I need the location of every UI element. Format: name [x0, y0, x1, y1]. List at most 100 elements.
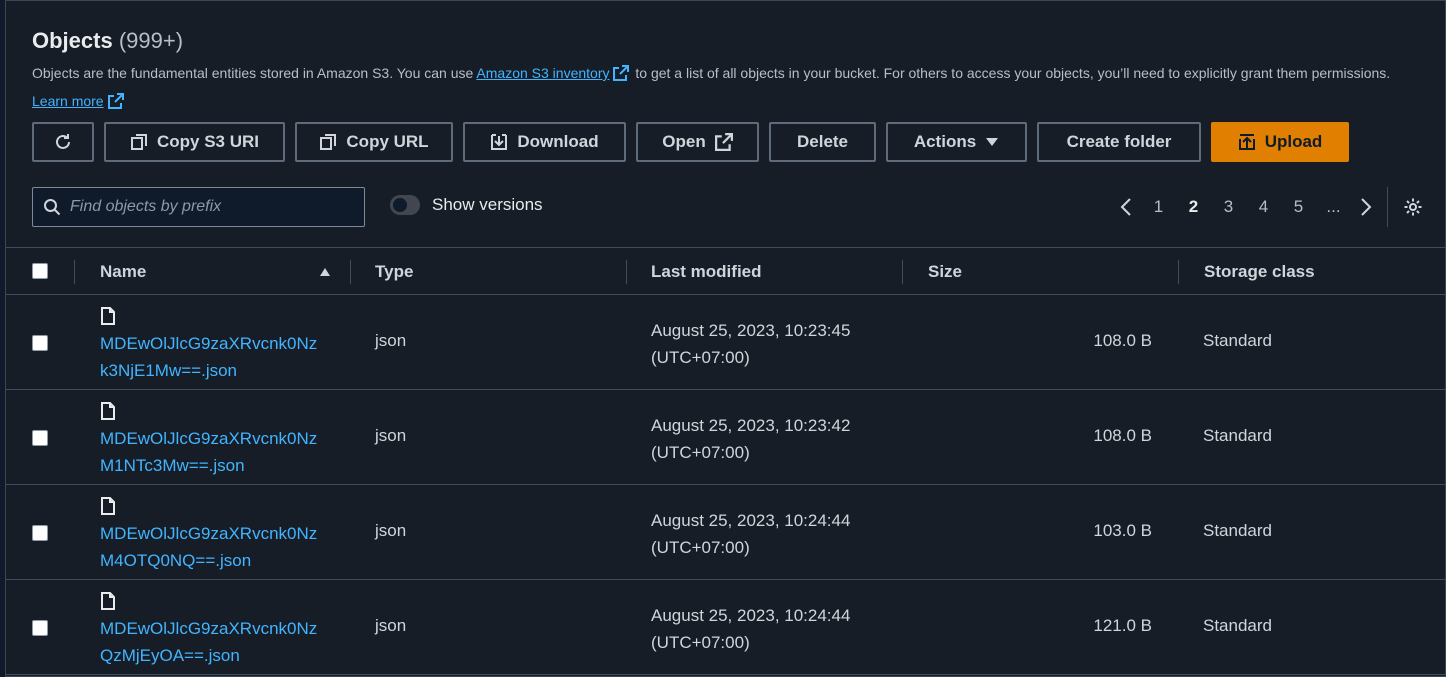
- row-checkbox[interactable]: [32, 430, 48, 446]
- column-divider: [1178, 260, 1179, 284]
- storage-class-cell: Standard: [1203, 426, 1272, 445]
- last-modified-cell: August 25, 2023, 10:24:44 (UTC+07:00): [651, 507, 850, 561]
- desc-text-1: Objects are the fundamental entities sto…: [32, 65, 477, 81]
- open-button[interactable]: Open: [636, 122, 759, 162]
- object-name-line2: M4OTQ0NQ==.json: [100, 551, 252, 570]
- delete-button[interactable]: Delete: [769, 122, 876, 162]
- inventory-link[interactable]: Amazon S3 inventory: [476, 65, 609, 81]
- upload-button[interactable]: Upload: [1211, 122, 1349, 162]
- objects-description: Objects are the fundamental entities sto…: [32, 61, 1412, 117]
- search-input[interactable]: [70, 198, 350, 216]
- storage-class-cell: Standard: [1203, 616, 1272, 635]
- page-4[interactable]: 4: [1246, 197, 1281, 217]
- chevron-left-icon: [1120, 198, 1131, 216]
- table-row: MDEwOlJlcG9zaXRvcnk0Nz M4OTQ0NQ==.json js…: [6, 485, 1445, 580]
- last-modified-cell: August 25, 2023, 10:23:45 (UTC+07:00): [651, 317, 850, 371]
- page-3[interactable]: 3: [1211, 197, 1246, 217]
- search-box: [32, 187, 365, 227]
- column-header-last-modified[interactable]: Last modified: [651, 262, 762, 282]
- row-checkbox[interactable]: [32, 525, 48, 541]
- open-label: Open: [662, 132, 706, 151]
- name-cell: MDEwOlJlcG9zaXRvcnk0Nz M1NTc3Mw==.json: [100, 402, 330, 479]
- last-modified-cell: August 25, 2023, 10:23:42 (UTC+07:00): [651, 412, 850, 466]
- page-title: Objects (999+): [32, 27, 1425, 55]
- type-cell: json: [375, 331, 407, 350]
- object-name-line1: MDEwOlJlcG9zaXRvcnk0Nz: [100, 429, 318, 448]
- copy-url-button[interactable]: Copy URL: [295, 122, 453, 162]
- column-header-storage-class[interactable]: Storage class: [1204, 262, 1315, 282]
- objects-panel: Objects (999+) Objects are the fundament…: [5, 0, 1446, 677]
- last-modified-cell: August 25, 2023, 10:24:44 (UTC+07:00): [651, 602, 850, 656]
- delete-label: Delete: [796, 132, 849, 151]
- toggle-track[interactable]: [390, 195, 420, 215]
- copy-url-label: Copy URL: [346, 132, 429, 151]
- object-name-link[interactable]: MDEwOlJlcG9zaXRvcnk0Nz M4OTQ0NQ==.json: [100, 520, 330, 574]
- file-icon: [101, 592, 115, 610]
- page-2[interactable]: 2: [1176, 197, 1211, 217]
- column-header-type[interactable]: Type: [375, 262, 413, 282]
- copy-s3-uri-label: Copy S3 URI: [156, 132, 260, 151]
- column-divider: [626, 260, 627, 284]
- object-name-line1: MDEwOlJlcG9zaXRvcnk0Nz: [100, 524, 318, 543]
- sort-ascending-icon[interactable]: [319, 267, 331, 277]
- modified-date: August 25, 2023, 10:23:42: [651, 416, 851, 435]
- type-cell: json: [375, 521, 407, 540]
- file-icon: [101, 402, 115, 420]
- modified-date: August 25, 2023, 10:24:44: [651, 606, 851, 625]
- actions-label: Actions: [913, 132, 977, 151]
- object-name-link[interactable]: MDEwOlJlcG9zaXRvcnk0Nz M1NTc3Mw==.json: [100, 425, 330, 479]
- row-checkbox[interactable]: [32, 335, 48, 351]
- modified-timezone: (UTC+07:00): [651, 538, 750, 557]
- pagination: 1 2 3 4 5 ...: [1111, 187, 1428, 227]
- download-icon: [491, 134, 508, 150]
- show-versions-label: Show versions: [432, 195, 543, 214]
- table-row: MDEwOlJlcG9zaXRvcnk0Nz QzMjEyOA==.json js…: [6, 580, 1445, 675]
- upload-icon: [1238, 134, 1255, 150]
- object-name-line1: MDEwOlJlcG9zaXRvcnk0Nz: [100, 619, 318, 638]
- copy-s3-uri-button[interactable]: Copy S3 URI: [104, 122, 285, 162]
- column-header-size[interactable]: Size: [928, 262, 962, 282]
- gear-icon: [1404, 198, 1422, 216]
- download-button[interactable]: Download: [463, 122, 626, 162]
- preferences-button[interactable]: [1398, 197, 1428, 217]
- modified-date: August 25, 2023, 10:23:45: [651, 321, 851, 340]
- row-checkbox[interactable]: [32, 620, 48, 636]
- select-all-checkbox[interactable]: [32, 263, 48, 279]
- create-folder-label: Create folder: [1066, 132, 1172, 151]
- object-name-link[interactable]: MDEwOlJlcG9zaXRvcnk0Nz QzMjEyOA==.json: [100, 615, 330, 669]
- object-name-line2: k3NjE1Mw==.json: [100, 361, 238, 380]
- upload-label: Upload: [1264, 132, 1323, 151]
- object-name-line2: M1NTc3Mw==.json: [100, 456, 245, 475]
- pager-divider: [1387, 187, 1388, 227]
- size-cell: 108.0 B: [1093, 426, 1152, 445]
- page-5[interactable]: 5: [1281, 197, 1316, 217]
- modified-timezone: (UTC+07:00): [651, 443, 750, 462]
- actions-dropdown[interactable]: Actions: [886, 122, 1027, 162]
- objects-header: Objects (999+) Objects are the fundament…: [32, 27, 1425, 117]
- objects-table: Name Type Last modified Size Storage cla…: [6, 247, 1445, 675]
- show-versions-toggle[interactable]: Show versions: [390, 195, 543, 215]
- learn-more-link[interactable]: Learn more: [32, 93, 104, 109]
- file-icon: [101, 307, 115, 325]
- next-page-button[interactable]: [1351, 197, 1381, 217]
- title-text: Objects: [32, 28, 113, 53]
- table-header: Name Type Last modified Size Storage cla…: [6, 247, 1445, 295]
- column-header-name[interactable]: Name: [100, 262, 146, 282]
- size-cell: 108.0 B: [1093, 331, 1152, 350]
- toggle-knob: [393, 198, 407, 212]
- create-folder-button[interactable]: Create folder: [1037, 122, 1201, 162]
- object-count: (999+): [118, 28, 184, 53]
- page-1[interactable]: 1: [1141, 197, 1176, 217]
- storage-class-cell: Standard: [1203, 521, 1272, 540]
- name-cell: MDEwOlJlcG9zaXRvcnk0Nz k3NjE1Mw==.json: [100, 307, 330, 384]
- file-icon: [101, 497, 115, 515]
- previous-page-button[interactable]: [1111, 197, 1141, 217]
- object-name-link[interactable]: MDEwOlJlcG9zaXRvcnk0Nz k3NjE1Mw==.json: [100, 330, 330, 384]
- refresh-button[interactable]: [32, 122, 94, 162]
- search-icon: [44, 199, 61, 216]
- type-cell: json: [375, 616, 407, 635]
- caret-down-icon: [986, 138, 999, 146]
- desc-text-2: to get a list of all objects in your buc…: [631, 65, 1391, 81]
- external-link-icon: [107, 92, 124, 117]
- size-cell: 103.0 B: [1093, 521, 1152, 540]
